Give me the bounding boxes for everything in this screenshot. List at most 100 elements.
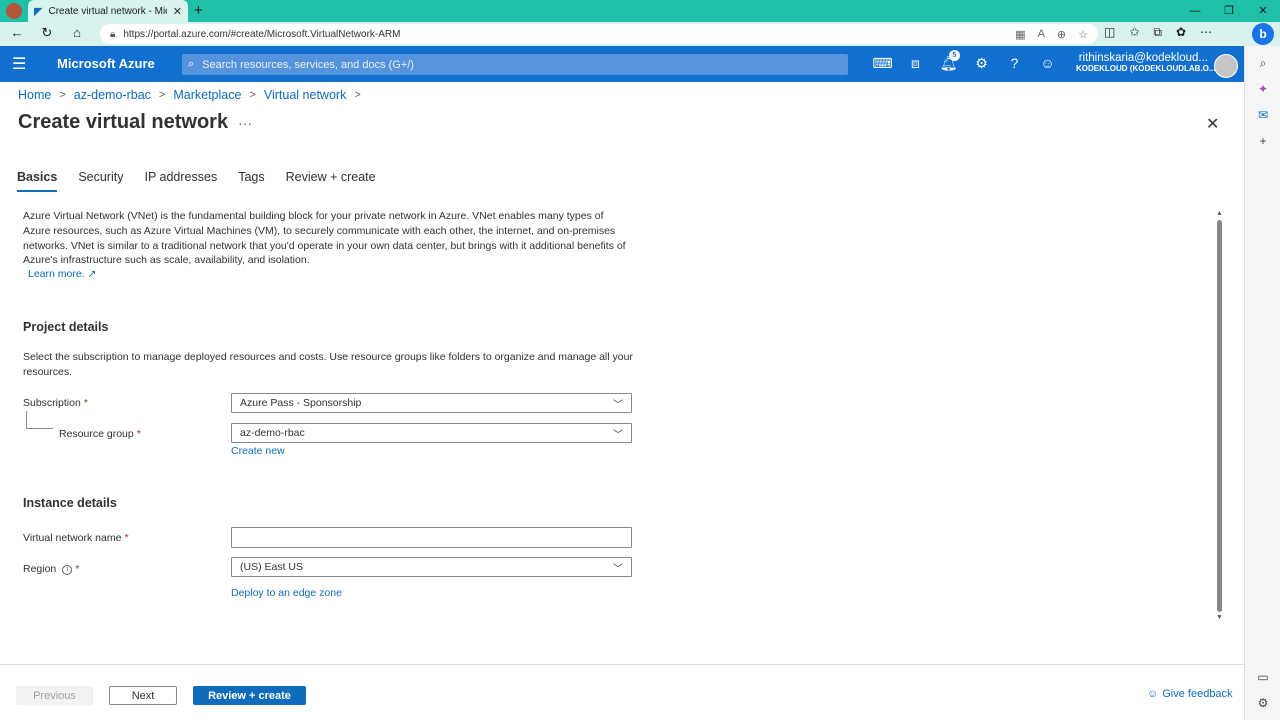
breadcrumb-home[interactable]: Home [18, 88, 51, 102]
browser-toolbar: ← ↻ ⌂ 🔒︎ https://portal.azure.com/#creat… [0, 22, 1280, 46]
subscription-value: Azure Pass - Sponsorship [240, 397, 362, 409]
hamburger-menu-icon[interactable]: ☰ [12, 54, 26, 74]
sidebar-layout-icon[interactable]: ▭ [1245, 670, 1280, 684]
home-icon[interactable]: ⌂ [68, 25, 86, 40]
browser-tools: ◫ ✩ ⧉ ✿ ⋯ [1104, 25, 1212, 40]
required-marker: * [124, 532, 129, 544]
browser-tab-active[interactable]: ◤ Create virtual network - Microsoft Azu… [28, 0, 188, 22]
new-tab-icon[interactable]: + [194, 2, 203, 19]
vnet-name-input[interactable] [231, 527, 632, 548]
favorite-star-icon[interactable]: ☆ [1078, 28, 1088, 41]
edge-sidebar: ⌕ ✦ ✉ + ▭ ⚙ [1244, 46, 1280, 720]
browser-profile-icon[interactable] [6, 3, 22, 19]
azure-header: ☰ Microsoft Azure ⌕ ⌨ ⧈ 🔔︎5 ⚙ ? ☺ rithin… [0, 46, 1244, 82]
breadcrumb-resource-group[interactable]: az-demo-rbac [74, 88, 151, 102]
app-available-icon[interactable]: ▦ [1015, 28, 1025, 41]
instance-details-heading: Instance details [23, 496, 117, 510]
wizard-footer: Previous Next Review + create ☺ Give fee… [0, 664, 1244, 720]
edge-zone-link[interactable]: Deploy to an edge zone [231, 587, 342, 599]
project-details-heading: Project details [23, 320, 109, 334]
previous-button[interactable]: Previous [16, 686, 93, 705]
maximize-icon[interactable]: ❐ [1212, 0, 1246, 22]
resource-group-label-text: Resource group [59, 428, 134, 440]
favorites-icon[interactable]: ✩ [1129, 25, 1139, 40]
notifications-icon[interactable]: 🔔︎ 5 [932, 50, 965, 72]
vnet-name-label-text: Virtual network name [23, 532, 122, 544]
page-title: Create virtual network [18, 111, 229, 133]
region-select[interactable]: (US) East US ﹀ [231, 557, 632, 577]
intro-text: Azure Virtual Network (VNet) is the fund… [23, 210, 626, 267]
collections-icon[interactable]: ⧉ [1153, 25, 1162, 40]
account-info[interactable]: rithinskaria@kodekloud... KODEKLOUD (KOD… [1076, 52, 1216, 73]
sidebar-settings-icon[interactable]: ⚙ [1245, 696, 1280, 710]
give-feedback-link[interactable]: ☺ Give feedback [1147, 688, 1233, 700]
feedback-icon[interactable]: ☺ [1031, 55, 1064, 72]
help-icon[interactable]: ? [998, 55, 1031, 72]
tab-tags[interactable]: Tags [238, 170, 264, 192]
sidebar-apps-icon[interactable]: ✦ [1245, 82, 1280, 96]
breadcrumb: Home > az-demo-rbac > Marketplace > Virt… [18, 88, 361, 102]
chevron-right-icon: > [158, 89, 166, 101]
info-icon[interactable]: i [62, 565, 73, 575]
learn-more-link[interactable]: Learn more. ↗ [28, 268, 96, 280]
review-create-button[interactable]: Review + create [193, 686, 306, 705]
global-search[interactable]: ⌕ [182, 54, 848, 75]
extensions-icon[interactable]: ✿ [1176, 25, 1186, 40]
split-screen-icon[interactable]: ◫ [1104, 25, 1115, 40]
subscription-select[interactable]: Azure Pass - Sponsorship ﹀ [231, 393, 632, 413]
avatar[interactable] [1214, 54, 1238, 78]
form-content: Azure Virtual Network (VNet) is the fund… [0, 200, 1230, 620]
chevron-right-icon: > [249, 89, 256, 101]
resource-group-select[interactable]: az-demo-rbac ﹀ [231, 423, 632, 443]
zoom-icon[interactable]: ⊕ [1057, 28, 1066, 41]
tab-basics[interactable]: Basics [17, 170, 58, 192]
refresh-icon[interactable]: ↻ [38, 25, 56, 41]
cloud-shell-icon[interactable]: ⌨ [866, 55, 899, 72]
tab-review-create[interactable]: Review + create [286, 170, 376, 192]
region-label: Region i * [23, 563, 79, 575]
more-menu-icon[interactable]: ⋯ [1200, 25, 1212, 40]
bing-copilot-icon[interactable]: b [1252, 23, 1274, 45]
region-label-text: Region [23, 563, 57, 575]
search-icon: ⌕ [188, 58, 195, 70]
create-new-link[interactable]: Create new [231, 445, 285, 457]
global-search-input[interactable] [202, 55, 842, 74]
directory-filter-icon[interactable]: ⧈ [899, 55, 932, 72]
scroll-down-icon[interactable]: ▼ [1216, 614, 1223, 621]
scroll-up-icon[interactable]: ▲ [1216, 210, 1223, 217]
subscription-label-text: Subscription [23, 397, 81, 409]
breadcrumb-virtual-network[interactable]: Virtual network [264, 88, 346, 102]
window-close-icon[interactable]: ✕ [1246, 0, 1280, 22]
sidebar-add-icon[interactable]: + [1245, 134, 1280, 148]
address-bar[interactable]: 🔒︎ https://portal.azure.com/#create/Micr… [100, 24, 1098, 44]
url-text: https://portal.azure.com/#create/Microso… [123, 28, 401, 40]
close-icon[interactable]: ✕ [1206, 114, 1219, 134]
user-email: rithinskaria@kodekloud... [1078, 52, 1208, 64]
azure-favicon-icon: ◤ [34, 5, 43, 18]
tab-security[interactable]: Security [78, 170, 123, 192]
tab-ip-addresses[interactable]: IP addresses [144, 170, 217, 192]
settings-gear-icon[interactable]: ⚙ [965, 55, 998, 72]
chevron-right-icon: > [354, 89, 361, 101]
content-scrollbar[interactable]: ▲ ▼ [1216, 210, 1224, 625]
lock-icon: 🔒︎ [110, 28, 116, 40]
breadcrumb-marketplace[interactable]: Marketplace [173, 88, 241, 102]
tab-close-icon[interactable]: ✕ [173, 5, 182, 18]
scroll-thumb[interactable] [1217, 220, 1222, 612]
sidebar-outlook-icon[interactable]: ✉ [1245, 108, 1280, 122]
notification-badge: 5 [949, 50, 960, 61]
more-options-icon[interactable]: ··· [238, 115, 252, 131]
next-button[interactable]: Next [109, 686, 177, 705]
browser-tab-title: Create virtual network - Microsoft Azure [48, 5, 166, 17]
give-feedback-label: Give feedback [1162, 688, 1233, 700]
minimize-icon[interactable]: — [1178, 0, 1212, 22]
region-value: (US) East US [240, 561, 304, 573]
sidebar-search-icon[interactable]: ⌕ [1245, 56, 1280, 71]
back-icon[interactable]: ← [8, 25, 26, 40]
required-marker: * [75, 563, 80, 575]
project-details-description: Select the subscription to manage deploy… [23, 351, 633, 378]
azure-brand[interactable]: Microsoft Azure [57, 56, 155, 71]
read-aloud-icon[interactable]: A [1038, 28, 1045, 41]
tenant-name: KODEKLOUD (KODEKLOUDLAB.O... [1076, 64, 1216, 73]
required-marker: * [136, 428, 141, 440]
